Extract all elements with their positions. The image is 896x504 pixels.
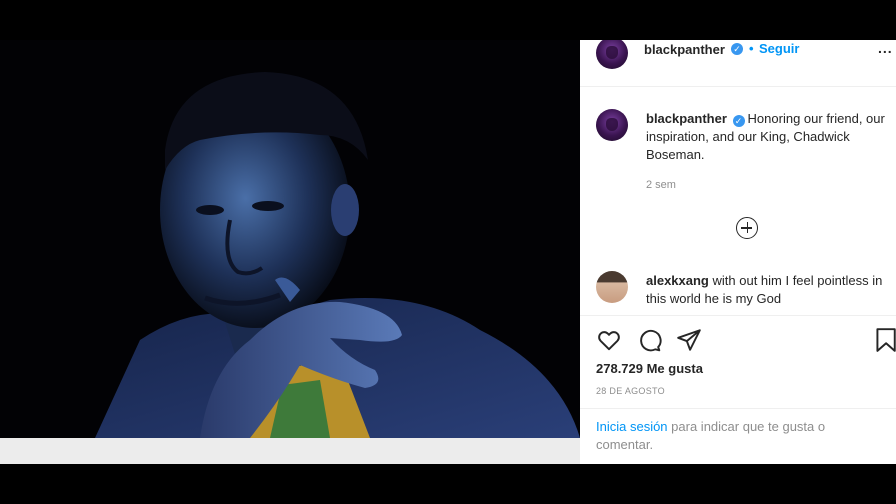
image-bottom-strip (0, 438, 580, 464)
paper-plane-icon[interactable] (676, 327, 702, 353)
heart-icon[interactable] (596, 327, 622, 353)
caption-age[interactable]: 2 sem (646, 179, 676, 191)
bottom-letterbox (0, 464, 896, 504)
login-prompt: Inicia sesión para indicar que te gusta … (596, 418, 866, 454)
top-letterbox (0, 0, 896, 40)
follow-separator: • (749, 41, 754, 56)
post-image[interactable] (0, 40, 580, 438)
caption-verified-icon: ✓ (732, 115, 745, 127)
more-options-icon[interactable]: ... (878, 40, 893, 56)
commenter-avatar[interactable] (596, 271, 628, 303)
comment-username[interactable]: alexkxang (646, 273, 709, 288)
comment: alexkxang with out him I feel pointless … (646, 272, 886, 308)
follow-button[interactable]: Seguir (759, 41, 799, 56)
author-avatar[interactable] (596, 40, 628, 69)
header-username[interactable]: blackpanther (644, 42, 725, 57)
bookmark-icon[interactable] (874, 327, 896, 353)
post-date[interactable]: 28 DE AGOSTO (596, 386, 665, 396)
caption: blackpanther ✓ Honoring our friend, our i… (646, 110, 886, 164)
verified-badge-icon: ✓ (731, 43, 743, 55)
caption-avatar[interactable] (596, 109, 628, 141)
portrait-illustration (0, 40, 580, 438)
post-side-panel: blackpanther ✓ • Seguir ... blackpanther… (580, 40, 896, 464)
login-link[interactable]: Inicia sesión (596, 419, 668, 434)
likes-count[interactable]: 278.729 Me gusta (596, 361, 703, 376)
caption-username[interactable]: blackpanther (646, 111, 727, 126)
login-divider (580, 408, 896, 409)
comments-divider (580, 315, 896, 316)
load-more-comments-icon[interactable] (736, 217, 758, 239)
header-divider (580, 86, 896, 87)
comment-icon[interactable] (636, 327, 662, 353)
